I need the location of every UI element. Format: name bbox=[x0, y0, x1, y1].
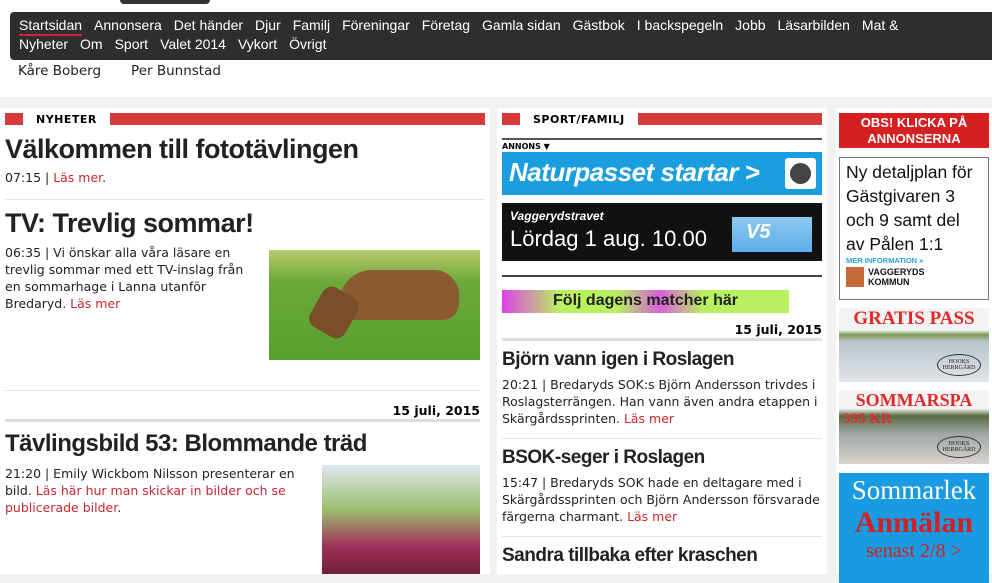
news-column: NYHETER Välkommen till fototävlingen 07:… bbox=[0, 108, 490, 574]
nav-item-gästbok[interactable]: Gästbok bbox=[573, 17, 625, 36]
obs-banner[interactable]: OBS! KLICKA PÅ ANNONSERNA bbox=[839, 113, 989, 148]
nav-item-familj[interactable]: Familj bbox=[293, 17, 330, 36]
nav-item-nyheter[interactable]: Nyheter bbox=[19, 36, 68, 55]
main-nav: Startsidan Annonsera Det händer Djur Familj F… bbox=[10, 12, 992, 60]
punct: . bbox=[117, 500, 122, 515]
ad-sommarlek[interactable]: Sommarlek Anmälan senast 2/8 > bbox=[839, 473, 989, 583]
section-header: SPORT/FAMILJ bbox=[502, 112, 822, 126]
ad-gratis-pass[interactable]: GRATIS PASS HOOKS HERRGÅRD bbox=[839, 308, 989, 382]
read-more-link[interactable]: Läs mer bbox=[53, 170, 102, 185]
ad-text: VAGGERYDS KOMMUN bbox=[868, 267, 925, 287]
kommun-crest-icon bbox=[846, 267, 864, 287]
nav-item-jobb[interactable]: Jobb bbox=[735, 17, 765, 36]
nav-item-om[interactable]: Om bbox=[80, 36, 103, 55]
article-title[interactable]: Välkommen till fototävlingen bbox=[5, 134, 485, 165]
ad-matcher[interactable]: Följ dagens matcher här bbox=[502, 290, 789, 313]
ad-text: Ny detaljplan för Gästgivaren 3 och 9 sa… bbox=[846, 162, 973, 254]
ad-text: GRATIS PASS bbox=[853, 308, 975, 329]
sport-column: SPORT/FAMILJ ANNONS ▼ Naturpasset starta… bbox=[497, 108, 827, 574]
read-more-link[interactable]: Läs mer bbox=[627, 509, 677, 524]
site-logo[interactable] bbox=[120, 0, 210, 4]
read-more-link[interactable]: Läs här hur man skickar in bilder och se… bbox=[5, 483, 286, 515]
nav-item-kåre-boberg[interactable]: Kåre Boberg bbox=[18, 63, 101, 79]
hooks-logo: HOOKS HERRGÅRD bbox=[937, 436, 981, 458]
ad-price: 395 KR bbox=[843, 411, 892, 427]
nav-item-per-bunnstad[interactable]: Per Bunnstad bbox=[131, 63, 221, 79]
section-title: SPORT/FAMILJ bbox=[533, 112, 625, 126]
nav-item-i-backspegeln[interactable]: I backspegeln bbox=[637, 17, 723, 36]
article-title[interactable]: Tävlingsbild 53: Blommande träd bbox=[5, 430, 367, 458]
article-text: 06:35 | Vi önskar alla våra läsare en tr… bbox=[5, 245, 244, 311]
nav-item-mat-[interactable]: Mat & bbox=[862, 17, 899, 36]
nav-item-övrigt[interactable]: Övrigt bbox=[289, 36, 326, 55]
hooks-logo: HOOKS HERRGÅRD bbox=[937, 354, 981, 376]
ad-detaljplan[interactable]: Ny detaljplan för Gästgivaren 3 och 9 sa… bbox=[839, 157, 989, 300]
nav-item-föreningar[interactable]: Föreningar bbox=[342, 17, 410, 36]
punct: . bbox=[102, 170, 107, 185]
ad-vaggerydstravet[interactable]: Vaggerydstravet Lördag 1 aug. 10.00 V5 bbox=[502, 203, 822, 261]
article-title[interactable]: BSOK-seger i Roslagen bbox=[502, 447, 822, 469]
ad-text: senast 2/8 > bbox=[866, 540, 962, 562]
read-more-link[interactable]: Läs mer bbox=[624, 411, 674, 426]
nav-item-företag[interactable]: Företag bbox=[422, 17, 470, 36]
ad-text: Sommarlek bbox=[851, 475, 977, 505]
ad-text: Naturpasset startar > bbox=[509, 157, 760, 187]
sub-nav: Kåre Boberg Per Bunnstad bbox=[18, 63, 221, 79]
section-title: NYHETER bbox=[36, 112, 97, 126]
v5-logo: V5 bbox=[732, 217, 812, 252]
nav-item-startsidan[interactable]: Startsidan bbox=[19, 17, 83, 36]
nav-item-det-händer[interactable]: Det händer bbox=[174, 17, 243, 36]
more-info-link[interactable]: MER INFORMATION » bbox=[846, 256, 982, 265]
date-header: 15 juli, 2015 bbox=[502, 322, 822, 341]
nav-item-vykort[interactable]: Vykort bbox=[238, 36, 277, 55]
nav-item-annonsera[interactable]: Annonsera bbox=[94, 17, 162, 36]
date-header: 15 juli, 2015 bbox=[5, 403, 480, 422]
club-logo-icon bbox=[785, 158, 816, 189]
ad-text: SOMMARSPA bbox=[855, 390, 973, 410]
read-more-link[interactable]: Läs mer bbox=[70, 296, 120, 311]
article-title[interactable]: TV: Trevlig sommar! bbox=[5, 208, 485, 239]
section-header: NYHETER bbox=[5, 112, 485, 126]
nav-item-läsarbilden[interactable]: Läsarbilden bbox=[778, 17, 850, 36]
ad-naturpasset[interactable]: Naturpasset startar > bbox=[502, 152, 822, 195]
nav-item-sport[interactable]: Sport bbox=[115, 36, 148, 55]
article-time: 07:15 | bbox=[5, 170, 54, 185]
article-title[interactable]: Björn vann igen i Roslagen bbox=[502, 349, 822, 371]
nav-item-djur[interactable]: Djur bbox=[255, 17, 281, 36]
nav-item-gamla-sidan[interactable]: Gamla sidan bbox=[482, 17, 561, 36]
horse-image[interactable] bbox=[269, 250, 480, 360]
ad-sommarspa[interactable]: SOMMARSPA 395 KR HOOKS HERRGÅRD bbox=[839, 390, 989, 464]
article-title[interactable]: Sandra tillbaka efter kraschen bbox=[502, 545, 822, 567]
tree-image[interactable] bbox=[322, 465, 480, 574]
ad-text: Anmälan bbox=[854, 506, 974, 539]
ad-column: OBS! KLICKA PÅ ANNONSERNA Ny detaljplan … bbox=[836, 108, 992, 583]
nav-item-valet-2014[interactable]: Valet 2014 bbox=[160, 36, 226, 55]
ad-label: ANNONS ▼ bbox=[502, 142, 550, 151]
